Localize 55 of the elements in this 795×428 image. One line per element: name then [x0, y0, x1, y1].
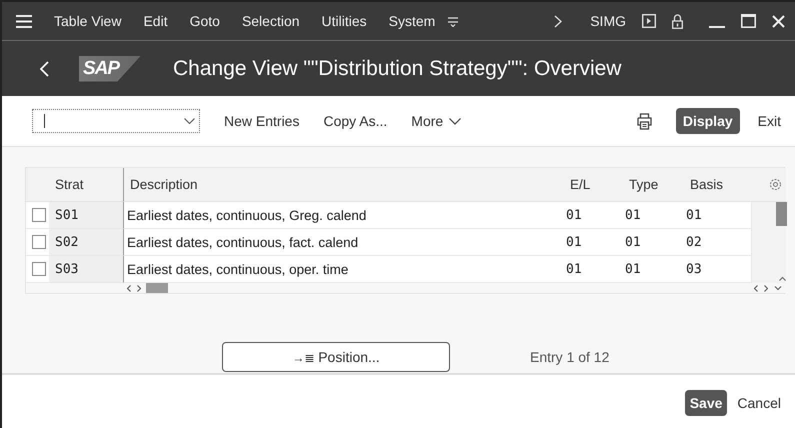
chevron-down-icon [449, 118, 462, 124]
column-header[interactable]: Strat [49, 168, 123, 202]
table-cell: 01 [564, 229, 623, 256]
horizontal-scroll-arrows-icon[interactable] [127, 284, 141, 292]
table-cell: 01 [684, 202, 751, 229]
menu-item[interactable]: Selection [242, 13, 300, 29]
table-cell: 01 [564, 202, 623, 229]
chevron-right-icon[interactable] [554, 14, 562, 28]
cancel-button[interactable]: Cancel [737, 395, 781, 411]
play-icon[interactable] [642, 14, 656, 28]
scrollbar-thumb[interactable] [776, 202, 787, 226]
back-icon[interactable] [40, 60, 49, 76]
lock-icon[interactable] [672, 14, 683, 28]
position-button[interactable]: →≣ Position... [222, 342, 450, 372]
window-title: Change View ""Distribution Strategy"": Overview [173, 56, 622, 80]
table-cell: Earliest dates, continuous, fact. calend [123, 229, 564, 256]
column-header[interactable]: Type [623, 168, 684, 202]
scroll-arrows-icon[interactable] [754, 284, 784, 292]
table-cell: 01 [623, 229, 684, 256]
more-button[interactable]: More [411, 113, 462, 129]
menu-icon[interactable] [16, 14, 32, 28]
maximize-icon[interactable] [741, 14, 756, 28]
menu-item[interactable]: Utilities [322, 13, 367, 29]
table-cell: Earliest dates, continuous, Greg. calend [123, 202, 564, 229]
column-header[interactable]: E/L [564, 168, 623, 202]
dropdown-field[interactable] [32, 109, 200, 133]
table-cell: 02 [684, 229, 751, 256]
column-header[interactable]: Basis [684, 168, 751, 202]
table-cell: 01 [623, 202, 684, 229]
logo: SAP [79, 56, 141, 82]
print-icon[interactable] [636, 112, 652, 130]
exit-button[interactable]: Exit [758, 113, 781, 129]
scroll-up-icon[interactable] [779, 276, 786, 281]
entry-count: Entry 1 of 12 [530, 349, 610, 365]
toolbar-button[interactable]: Copy As... [323, 113, 388, 129]
display-button[interactable]: Display [676, 108, 740, 134]
table-cell: S02 [49, 229, 123, 256]
menu-item[interactable]: Edit [143, 13, 168, 29]
menu-item[interactable]: System [388, 13, 436, 29]
chevron-down-icon[interactable] [184, 118, 195, 124]
scrollbar-thumb[interactable] [146, 283, 168, 293]
row-checkbox[interactable] [32, 208, 46, 222]
menu-item[interactable]: Goto [190, 13, 220, 29]
row-checkbox[interactable] [32, 235, 46, 249]
save-button[interactable]: Save [684, 390, 728, 416]
toolbar-button[interactable]: New Entries [224, 113, 300, 129]
transaction-code: SIMG [590, 13, 626, 29]
close-icon[interactable] [772, 14, 785, 28]
column-header[interactable]: Description [123, 168, 564, 202]
table-cell: S03 [49, 256, 123, 283]
table-cell: S01 [49, 202, 123, 229]
menu-item[interactable]: Table View [54, 13, 122, 29]
row-checkbox[interactable] [32, 262, 46, 276]
more-menu-icon[interactable] [447, 15, 460, 27]
settings-icon[interactable] [769, 178, 782, 191]
